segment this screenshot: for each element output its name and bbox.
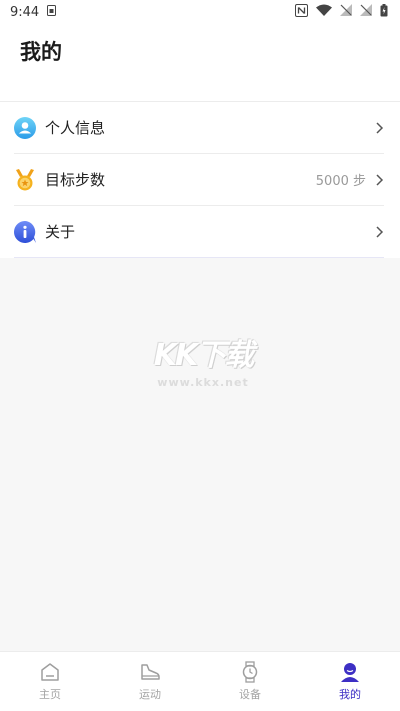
watermark-logo: KK下载 (153, 338, 255, 373)
menu-item-value: 5000 步 (315, 174, 366, 189)
no-signal-icon (340, 4, 352, 20)
menu-item-label: 关于 (45, 223, 76, 241)
menu-item-personal-info[interactable]: 个人信息 (14, 102, 384, 154)
tab-mine[interactable]: 我的 (300, 652, 400, 711)
watermark: KK下载 www.kkx.net (143, 330, 263, 390)
medal-icon (14, 168, 36, 191)
wifi-icon (316, 4, 332, 20)
sim-card-icon (47, 4, 57, 20)
shoe-icon (139, 661, 161, 683)
tab-device[interactable]: 设备 (200, 652, 300, 711)
home-icon (39, 661, 61, 683)
tab-exercise[interactable]: 运动 (100, 652, 200, 711)
tab-label: 设备 (239, 688, 261, 701)
watch-icon (239, 661, 261, 683)
menu-item-label: 目标步数 (45, 171, 106, 189)
status-time: 9:44 (10, 4, 40, 20)
menu-item-target-steps[interactable]: 目标步数 5000 步 (14, 154, 384, 206)
settings-menu: 个人信息 目标步数 5000 步 关于 (0, 102, 400, 258)
tab-label: 主页 (39, 688, 61, 701)
no-signal-icon (360, 4, 372, 20)
nfc-icon (295, 3, 308, 21)
chevron-right-icon (374, 173, 384, 187)
tab-label: 我的 (339, 688, 361, 701)
tab-home[interactable]: 主页 (0, 652, 100, 711)
page-title: 我的 (20, 40, 62, 64)
battery-charging-icon (380, 3, 388, 21)
person-icon (339, 661, 361, 683)
user-profile-icon (14, 116, 36, 139)
menu-item-about[interactable]: 关于 (14, 206, 384, 258)
status-bar: 9:44 (0, 0, 400, 24)
tab-label: 运动 (139, 688, 161, 701)
menu-item-label: 个人信息 (45, 119, 106, 137)
chevron-right-icon (374, 225, 384, 239)
info-icon (14, 220, 36, 243)
bottom-tab-bar: 主页 运动 设备 我的 (0, 651, 400, 711)
watermark-url: www.kkx.net (157, 376, 249, 389)
page-header: 我的 (0, 24, 400, 102)
chevron-right-icon (374, 121, 384, 135)
